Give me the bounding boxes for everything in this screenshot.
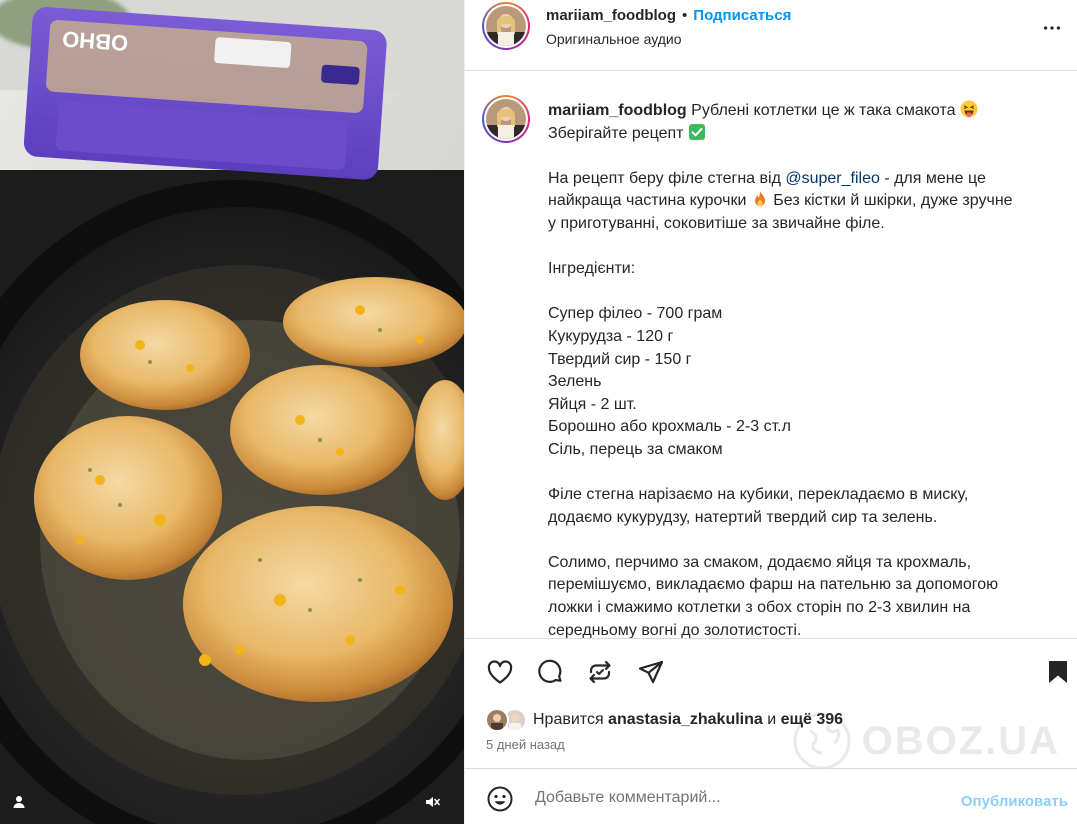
original-audio-link[interactable]: Оригинальное аудио [546,31,682,47]
comment-bar: Опубликовать [465,768,1077,824]
speaker-muted-icon [426,797,440,807]
person-icon [13,796,25,808]
caption-line: - для мене це [879,169,986,187]
comment-button[interactable] [535,657,565,687]
likes-count[interactable]: ещё 396 [781,711,843,728]
ingredient-item: Супер філео - 700 грам [548,305,723,323]
mention-link[interactable]: @super_fileo [785,170,880,187]
step-line: перемішуємо, викладаємо фарш на пательню… [548,576,999,594]
caption-line: Зберігайте рецепт [548,124,684,142]
avatar-photo [486,99,526,139]
post-details-panel: mariiam_foodblog • Подписаться Оригиналь… [464,0,1077,824]
caption-scroll-area[interactable]: mariiam_foodblog Рублені котлетки це ж т… [465,71,1077,638]
post-header: mariiam_foodblog • Подписаться Оригиналь… [465,0,1077,71]
watermark-text: OBOZ.UA [861,718,1060,763]
avatar-photo [486,6,526,46]
check-mark-emoji-icon [688,123,705,140]
liker-username[interactable]: anastasia_zhakulina [608,711,763,728]
squinting-tongue-emoji-icon [960,100,978,118]
publish-comment-button[interactable]: Опубликовать [961,793,1068,810]
likes-prefix: Нравится [533,711,609,728]
step-line: ложки і смажимо котлетки з обох сторін п… [548,599,971,617]
liker-photo [487,710,507,730]
ingredient-item: Твердий сир - 150 г [548,350,692,368]
caption-username[interactable]: mariiam_foodblog [548,102,687,119]
ingredient-item: Яйця - 2 шт. [548,395,637,413]
author-avatar[interactable] [482,2,530,50]
post-date[interactable]: 5 дней назад [486,737,565,752]
video-frame-image: OBHO [0,0,464,824]
share-button[interactable] [636,657,666,687]
likes-summary[interactable]: Нравится anastasia_zhakulina и ещё 396 [485,707,843,733]
ingredient-item: Кукурудза - 120 г [548,327,674,345]
comment-bubble-icon [538,659,562,683]
tagged-people-button[interactable] [4,787,34,817]
smiley-icon [487,786,513,812]
ingredient-item: Зелень [548,373,602,391]
caption-text: mariiam_foodblog Рублені котлетки це ж т… [548,100,1048,638]
post-media[interactable]: OBHO [0,0,464,824]
bookmark-icon [1049,661,1067,683]
post-actions: OBOZ.UA Нравится anastasia_zhakulina и е… [465,638,1077,770]
mute-toggle-button[interactable] [417,787,447,817]
author-username[interactable]: mariiam_foodblog [546,7,676,24]
ingredient-item: Борошно або крохмаль - 2-3 ст.л [548,418,791,436]
save-button[interactable] [1043,657,1073,687]
likes-middle: и [762,711,781,728]
caption-line: у приготуванні, соковитіше за звичайне ф… [548,214,885,232]
repost-icon [589,660,611,684]
caption-line: Без кістки й шкірки, дуже зручне [768,192,1013,210]
comment-input[interactable] [535,787,935,809]
repost-button[interactable] [585,657,615,687]
caption-line: найкраща частина курочки [548,192,747,210]
step-line: Солимо, перчимо за смаком, додаємо яйця … [548,553,972,571]
step-line: середньому вогні до золотистості. [548,621,802,638]
emoji-picker-button[interactable] [486,785,514,813]
heart-icon [487,660,513,684]
caption-line: На рецепт беру філе стегна від [548,169,786,187]
caption-line: Рублені котлетки це ж така смакота [691,102,956,119]
fire-emoji-icon [754,191,765,207]
more-options-button[interactable] [1040,16,1064,40]
follow-button[interactable]: Подписаться [693,7,791,24]
ingredient-item: Сіль, перець за смаком [548,440,723,458]
separator-dot: • [682,7,688,24]
liker-avatar [485,708,509,732]
paper-plane-icon [638,660,664,684]
svg-text:OBHO: OBHO [61,26,129,56]
caption-author-avatar[interactable] [482,95,530,143]
ingredients-title: Інгредієнти: [548,260,636,278]
step-line: додаємо кукурудзу, натертий твердий сир … [548,508,938,526]
more-horizontal-icon [1043,26,1061,30]
step-line: Філе стегна нарізаємо на кубики, перекла… [548,486,969,504]
like-button[interactable] [485,657,515,687]
